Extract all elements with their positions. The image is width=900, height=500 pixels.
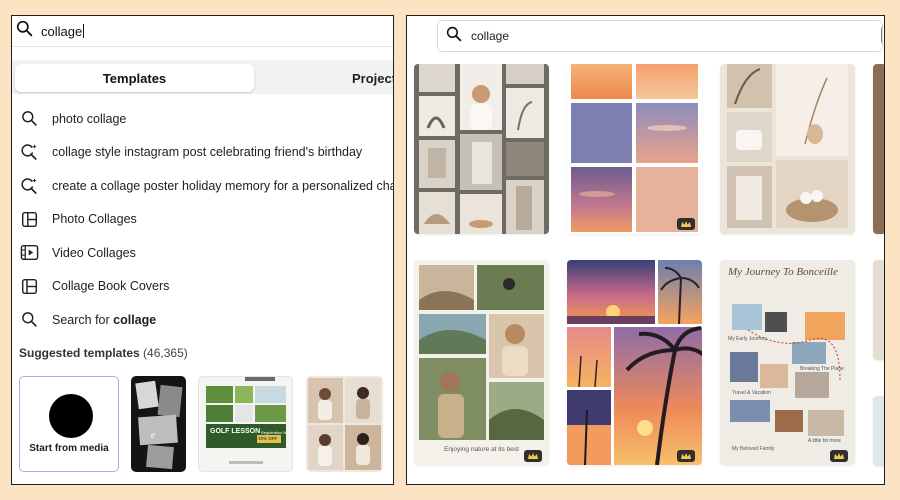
template-thumb-fashion-grid[interactable] <box>306 376 383 472</box>
suggested-count: (46,365) <box>143 346 188 360</box>
tab-templates[interactable]: Templates <box>15 64 254 92</box>
premium-crown-icon <box>524 450 542 462</box>
journey-label: Breaking The Plane <box>800 366 844 372</box>
suggestion-label: Photo Collages <box>52 212 137 227</box>
template-card-beige-collage[interactable] <box>720 64 855 234</box>
search-dropdown-panel: collage Templates Projects photo collage… <box>11 15 394 485</box>
suggestion-label: collage style instagram post celebrating… <box>52 145 363 160</box>
media-circle-icon <box>49 394 93 438</box>
results-search-bar[interactable]: collage <box>437 20 883 52</box>
golf-subtitle: Registration Now <box>261 430 292 435</box>
search-input[interactable]: collage <box>41 23 85 39</box>
golf-badge: 10% OFF <box>258 436 278 441</box>
suggestion-list: photo collage collage style instagram po… <box>12 102 394 337</box>
magic-search-icon <box>19 142 39 162</box>
start-from-media-button[interactable]: Start from media <box>19 376 119 472</box>
tab-projects[interactable]: Projects <box>352 64 393 92</box>
results-search-input[interactable]: collage <box>471 29 509 43</box>
suggestion-birthday-post[interactable]: collage style instagram post celebrating… <box>12 136 393 170</box>
journey-label: Travel & Vacation <box>732 390 771 396</box>
suggestion-label: create a collage poster holiday memory f… <box>52 178 394 193</box>
suggestion-collage-book-covers[interactable]: Collage Book Covers <box>12 270 393 304</box>
search-for-term: collage <box>113 312 157 327</box>
suggestion-photo-collage[interactable]: photo collage <box>12 102 393 136</box>
suggestion-label: Collage Book Covers <box>52 279 170 294</box>
search-icon <box>19 109 39 129</box>
search-for-prefix: Search for <box>52 312 114 327</box>
template-card-journey-scrapbook[interactable]: My Journey To Bonceille My Early Journey… <box>720 260 855 465</box>
magic-search-icon <box>19 176 39 196</box>
suggested-templates-heading: Suggested templates (46,365) <box>19 346 188 360</box>
book-grid-icon <box>19 276 39 296</box>
journey-label: My Beloved Family <box>732 446 775 452</box>
template-thumb-bw-collage[interactable]: e <box>131 376 186 472</box>
template-card-sunset-grid[interactable] <box>567 64 702 234</box>
premium-crown-icon <box>677 450 695 462</box>
template-card-partial[interactable] <box>873 64 884 234</box>
suggested-templates-row: Start from media e GOLF LESSON Registrat… <box>12 376 393 476</box>
template-card-partial[interactable] <box>873 396 884 466</box>
suggestion-video-collages[interactable]: Video Collages <box>12 236 393 270</box>
journey-label: My Early Journey <box>728 336 767 342</box>
svg-text:e: e <box>151 430 156 441</box>
template-card-nature-collage[interactable]: Enjoying nature at its best <box>414 260 549 465</box>
search-bar-edge <box>881 26 884 44</box>
search-icon <box>16 20 33 42</box>
tabs: Templates Projects <box>12 60 393 94</box>
template-results-panel: collage Enjoying nature at its best My J… <box>406 15 885 485</box>
video-grid-icon <box>19 243 39 263</box>
start-from-media-label: Start from media <box>29 443 109 454</box>
suggestion-holiday-poster[interactable]: create a collage poster holiday memory f… <box>12 169 394 203</box>
search-icon <box>446 26 462 47</box>
suggestion-label: Video Collages <box>52 245 136 260</box>
photo-grid-icon <box>19 209 39 229</box>
template-card-partial[interactable] <box>873 260 884 360</box>
template-card-neutral-collage[interactable] <box>414 64 549 234</box>
premium-crown-icon <box>830 450 848 462</box>
template-card-palm-sunset[interactable] <box>567 260 702 465</box>
search-bar[interactable]: collage <box>12 16 393 47</box>
suggestion-photo-collages[interactable]: Photo Collages <box>12 203 393 237</box>
golf-title: GOLF LESSON <box>210 428 261 435</box>
suggestion-label: photo collage <box>52 111 127 126</box>
premium-crown-icon <box>677 218 695 230</box>
journey-label: A little bit more <box>808 438 841 444</box>
search-icon <box>19 310 39 330</box>
search-for-collage[interactable]: Search for collage <box>12 303 393 337</box>
template-thumb-golf-lesson[interactable]: GOLF LESSON Registration Now 10% OFF <box>198 376 293 472</box>
